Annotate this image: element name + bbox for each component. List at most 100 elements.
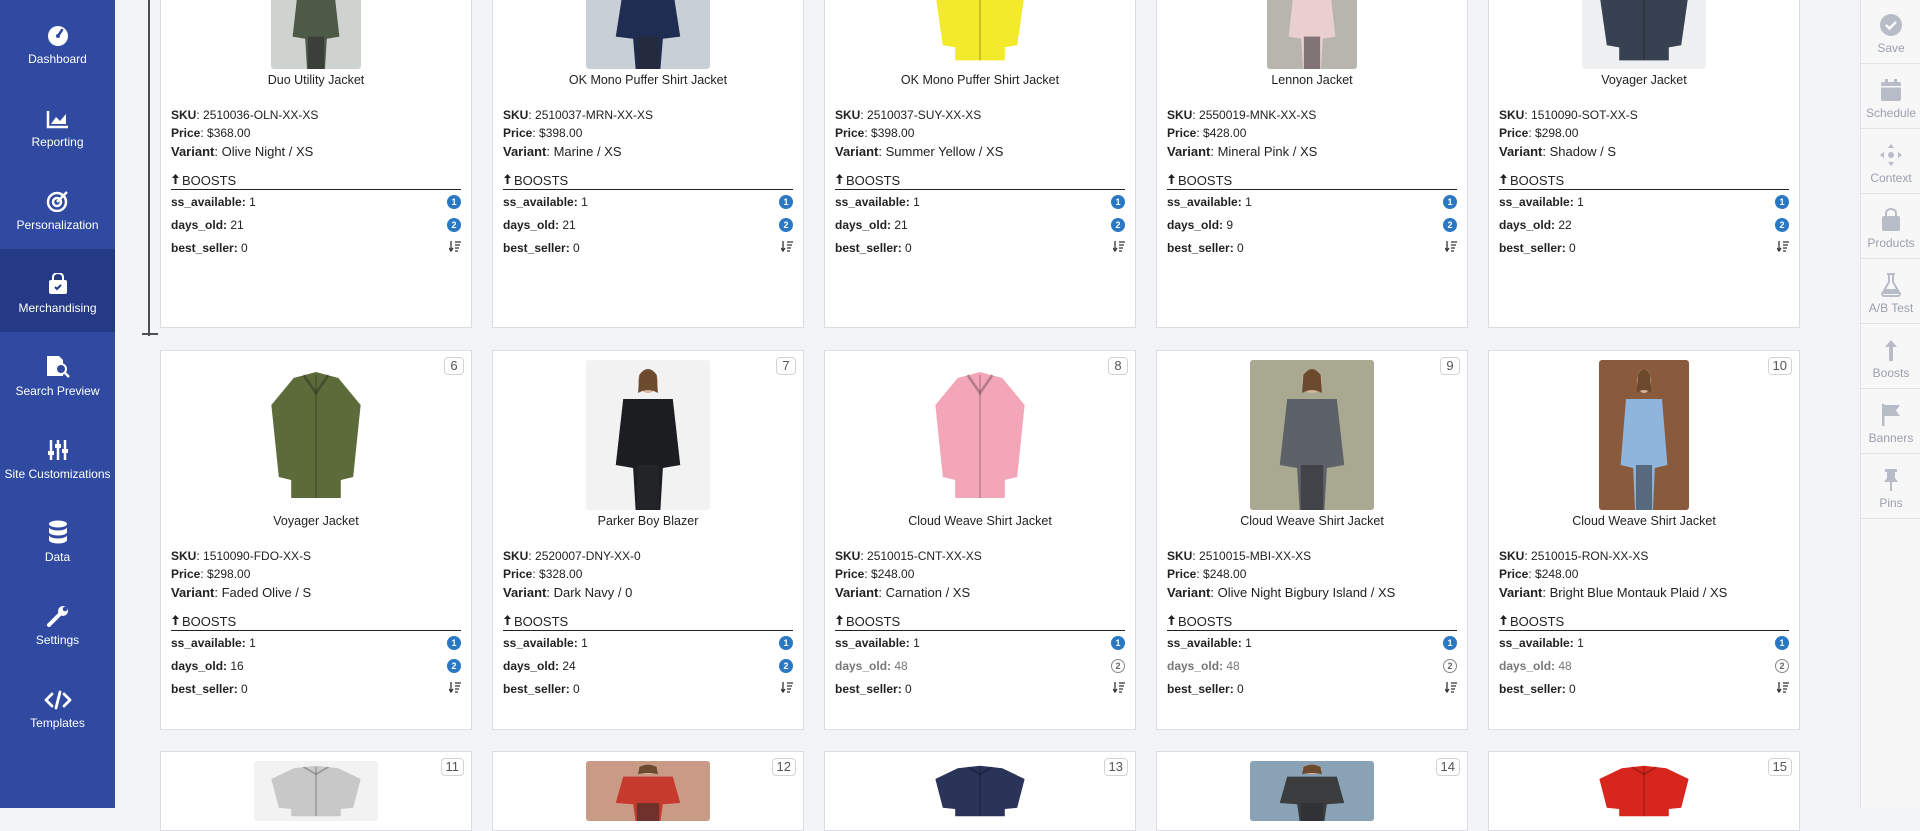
colon: :	[860, 549, 868, 563]
nav-settings[interactable]: Settings	[0, 581, 115, 664]
boost-row-days-old: days_old: 21 2	[171, 213, 461, 236]
product-name[interactable]: Cloud Weave Shirt Jacket	[1489, 514, 1799, 528]
boost-weight-badge[interactable]: 2	[1111, 217, 1125, 232]
product-card[interactable]: 14	[1156, 751, 1468, 831]
save-button[interactable]: Save	[1861, 0, 1920, 64]
nav-dashboard[interactable]: Dashboard	[0, 0, 115, 83]
product-card[interactable]: 6 Voyager Jacket SKU: 1510090-FDO-XX-S Pric…	[160, 350, 472, 730]
boost-weight-badge[interactable]: 1	[779, 635, 793, 650]
sku-label: SKU	[171, 108, 197, 122]
boost-weight-badge[interactable]: 1	[1775, 635, 1789, 650]
products-button[interactable]: Products	[1861, 195, 1920, 259]
product-image	[586, 0, 710, 69]
product-image	[271, 0, 361, 69]
sort-icon[interactable]	[1776, 240, 1789, 255]
schedule-button[interactable]: Schedule	[1861, 65, 1920, 129]
sort-icon[interactable]	[448, 681, 461, 696]
product-name[interactable]: OK Mono Puffer Shirt Jacket	[493, 73, 803, 87]
sort-icon[interactable]	[780, 681, 793, 696]
product-name[interactable]: Parker Boy Blazer	[493, 514, 803, 528]
banners-button[interactable]: Banners	[1861, 390, 1920, 454]
boost-weight-badge[interactable]: 2	[1775, 217, 1789, 232]
boost-weight-badge[interactable]: 1	[1111, 194, 1125, 209]
product-name[interactable]: OK Mono Puffer Shirt Jacket	[825, 73, 1135, 87]
product-card[interactable]: 12	[492, 751, 804, 831]
boost-weight-badge[interactable]: 2	[1775, 658, 1789, 673]
product-name[interactable]: Voyager Jacket	[1489, 73, 1799, 87]
boost-row-ss-available: ss_available: 11	[835, 190, 1125, 213]
arrow-up-icon	[1499, 172, 1508, 189]
boost-weight-badge[interactable]: 1	[1443, 194, 1457, 209]
product-name[interactable]: Lennon Jacket	[1157, 73, 1467, 87]
product-card[interactable]: Duo Utility Jacket SKU: 2510036-OLN-XX-XS…	[160, 0, 472, 328]
arrow-up-icon	[171, 172, 180, 189]
sort-icon[interactable]	[1776, 681, 1789, 696]
product-card[interactable]: 11	[160, 751, 472, 831]
sort-icon[interactable]	[1444, 240, 1457, 255]
product-name[interactable]: Cloud Weave Shirt Jacket	[1157, 514, 1467, 528]
boost-value: 0	[241, 681, 248, 696]
sort-icon[interactable]	[1112, 681, 1125, 696]
sort-icon[interactable]	[1112, 240, 1125, 255]
colon: :	[528, 108, 536, 122]
boost-weight-badge[interactable]: 1	[1775, 194, 1789, 209]
nav-personalization[interactable]: Personalization	[0, 166, 115, 249]
boost-weight-badge[interactable]: 1	[1443, 635, 1457, 650]
boost-value: 21	[894, 217, 908, 232]
boost-weight-badge[interactable]: 2	[1443, 217, 1457, 232]
product-card[interactable]: OK Mono Puffer Shirt Jacket SKU: 2510037-…	[824, 0, 1136, 328]
nav-search-preview[interactable]: Search Preview	[0, 332, 115, 415]
sort-icon[interactable]	[780, 240, 793, 255]
product-image	[918, 360, 1042, 510]
sort-icon[interactable]	[448, 240, 461, 255]
product-image	[918, 761, 1042, 821]
nav-reporting[interactable]: Reporting	[0, 83, 115, 166]
boost-value: 1	[913, 635, 920, 650]
nav-merchandising[interactable]: Merchandising	[0, 249, 115, 332]
boost-weight-badge[interactable]: 1	[1111, 635, 1125, 650]
context-button[interactable]: Context	[1861, 130, 1920, 194]
product-card[interactable]: 15	[1488, 751, 1800, 831]
product-card[interactable]: 8 Cloud Weave Shirt Jacket SKU: 2510015-CN…	[824, 350, 1136, 730]
product-card[interactable]: Voyager Jacket SKU: 1510090-SOT-XX-S Price…	[1488, 0, 1800, 328]
boost-weight-badge[interactable]: 2	[1111, 658, 1125, 673]
nav-templates[interactable]: Templates	[0, 664, 115, 747]
product-card[interactable]: Lennon Jacket SKU: 2550019-MNK-XX-XS Price…	[1156, 0, 1468, 328]
boost-weight-badge[interactable]: 1	[447, 635, 461, 650]
product-card[interactable]: OK Mono Puffer Shirt Jacket SKU: 2510037-…	[492, 0, 804, 328]
boost-key: best_seller:	[171, 240, 238, 255]
product-variant-row: Variant: Olive Night Bigbury Island / XS	[1167, 583, 1457, 602]
boost-weight-badge[interactable]: 2	[1443, 658, 1457, 673]
arrow-up-icon	[1167, 613, 1176, 630]
nav-site-customizations[interactable]: Site Customizations	[0, 415, 115, 498]
boost-weight-badge[interactable]: 2	[447, 658, 461, 673]
price-value: $248.00	[1203, 567, 1247, 581]
boost-text: ss_available: 1	[171, 195, 256, 209]
product-card[interactable]: 10 Cloud Weave Shirt Jacket SKU: 2510015-R…	[1488, 350, 1800, 730]
ab-test-button[interactable]: A/B Test	[1861, 260, 1920, 324]
boost-weight-badge[interactable]: 1	[447, 194, 461, 209]
variant-label: Variant	[1499, 144, 1543, 159]
boost-key: days_old:	[503, 658, 560, 673]
colon: :	[878, 585, 886, 600]
product-name[interactable]: Voyager Jacket	[161, 514, 471, 528]
pins-button[interactable]: Pins	[1861, 455, 1920, 519]
boosts-button[interactable]: Boosts	[1861, 325, 1920, 389]
product-card[interactable]: 13	[824, 751, 1136, 831]
boost-value: 0	[573, 240, 580, 255]
sort-icon[interactable]	[1444, 681, 1457, 696]
product-name[interactable]: Cloud Weave Shirt Jacket	[825, 514, 1135, 528]
product-name[interactable]: Duo Utility Jacket	[161, 73, 471, 87]
boost-weight-badge[interactable]: 2	[779, 217, 793, 232]
boost-weight-badge[interactable]: 2	[779, 658, 793, 673]
product-meta: SKU: 2510036-OLN-XX-XS Price: $368.00 Vari…	[171, 106, 461, 259]
variant-value: Bright Blue Montauk Plaid / XS	[1549, 585, 1728, 600]
boosts-title: BOOSTS	[1510, 613, 1565, 629]
product-card[interactable]: 7 Parker Boy Blazer SKU: 2520007-DNY-XX-0 P…	[492, 350, 804, 730]
rank-badge: 7	[776, 357, 796, 375]
boost-weight-badge[interactable]: 1	[779, 194, 793, 209]
nav-data[interactable]: Data	[0, 498, 115, 581]
boost-key: ss_available:	[503, 194, 578, 209]
boost-weight-badge[interactable]: 2	[447, 217, 461, 232]
product-card[interactable]: 9 Cloud Weave Shirt Jacket SKU: 2510015-MB…	[1156, 350, 1468, 730]
